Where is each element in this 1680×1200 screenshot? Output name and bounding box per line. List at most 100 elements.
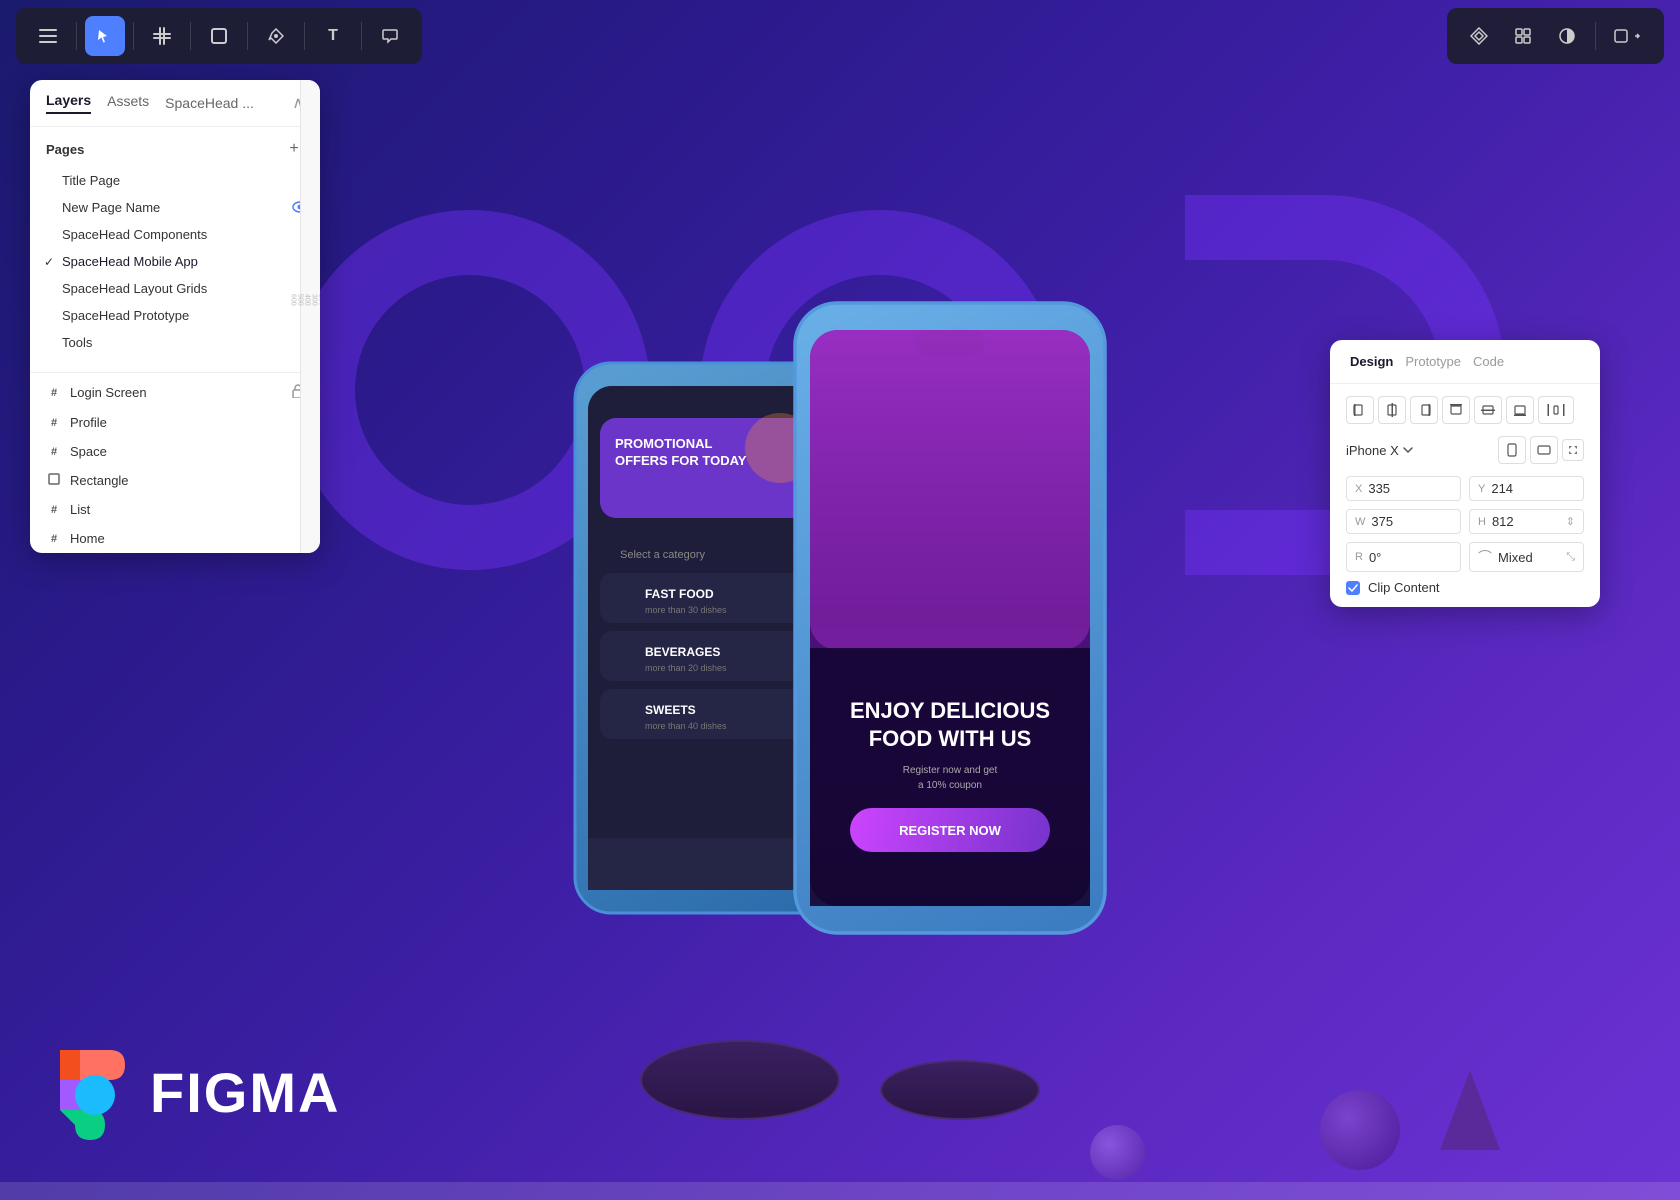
figma-logo: FIGMA — [50, 1045, 340, 1140]
layer-item-profile[interactable]: # Profile — [30, 408, 320, 437]
device-row: iPhone X — [1346, 436, 1584, 464]
w-value: 375 — [1371, 514, 1393, 529]
frame-icon: # — [46, 446, 62, 458]
align-bottom-button[interactable] — [1506, 396, 1534, 424]
toolbar-separator-2 — [133, 22, 134, 50]
align-row — [1346, 396, 1584, 424]
h-label: H — [1478, 516, 1486, 528]
clip-content-checkbox[interactable] — [1346, 581, 1360, 595]
resize-icon[interactable] — [1562, 439, 1584, 461]
device-icons — [1498, 436, 1584, 464]
align-center-v-button[interactable] — [1474, 396, 1502, 424]
page-item-spacehead-layout-grids[interactable]: SpaceHead Layout Grids — [30, 275, 320, 302]
figma-icon — [50, 1045, 130, 1140]
frame-icon: # — [46, 387, 62, 399]
grid-button[interactable] — [1503, 16, 1543, 56]
rotation-label: R — [1355, 551, 1363, 563]
ruler: 100 200 300 400 500 600 — [300, 80, 320, 553]
figma-text: FIGMA — [150, 1060, 340, 1125]
tab-assets[interactable]: Assets — [107, 93, 149, 113]
panel-tabs: Layers Assets SpaceHead ... ∧ — [30, 80, 320, 127]
pages-title: Pages — [46, 142, 84, 157]
toolbar-separator-4 — [247, 22, 248, 50]
position-grid: X 335 Y 214 — [1346, 476, 1584, 501]
left-panel: Layers Assets SpaceHead ... ∧ Pages + Ti… — [30, 80, 320, 553]
right-panel: Design Prototype Code — [1330, 340, 1600, 607]
layer-label: Profile — [70, 415, 107, 430]
page-item-new-page-name[interactable]: New Page Name — [30, 194, 320, 221]
y-label: Y — [1478, 483, 1485, 495]
active-page-checkmark: ✓ — [44, 255, 54, 269]
corner-expand-icon: ⤡ — [1566, 551, 1575, 564]
portrait-button[interactable] — [1498, 436, 1526, 464]
comment-tool-button[interactable] — [370, 16, 410, 56]
layer-label: List — [70, 502, 90, 517]
toolbar-right — [1447, 8, 1664, 64]
rectangle-icon — [46, 473, 62, 488]
page-item-spacehead-components[interactable]: SpaceHead Components — [30, 221, 320, 248]
h-expand-icon: ⇕ — [1566, 515, 1575, 528]
align-top-button[interactable] — [1442, 396, 1470, 424]
toolbar: T — [0, 0, 1680, 72]
h-field[interactable]: H 812 ⇕ — [1469, 509, 1584, 534]
component-button[interactable] — [1459, 16, 1499, 56]
toolbar-separator-right — [1595, 22, 1596, 50]
y-field[interactable]: Y 214 — [1469, 476, 1584, 501]
text-tool-button[interactable]: T — [313, 16, 353, 56]
layer-label: Login Screen — [70, 385, 147, 400]
layers-section: # Login Screen # Profile # Space Rectang… — [30, 377, 320, 553]
pages-section: Pages + Title Page New Page Name SpaceHe… — [30, 127, 320, 368]
page-label: Tools — [62, 335, 92, 350]
layer-item-space[interactable]: # Space — [30, 437, 320, 466]
device-select[interactable]: iPhone X — [1346, 443, 1413, 458]
corner-field[interactable]: ⌒ Mixed ⤡ — [1469, 542, 1584, 572]
page-item-tools[interactable]: Tools — [30, 329, 320, 356]
page-label: New Page Name — [62, 200, 160, 215]
hamburger-button[interactable] — [28, 16, 68, 56]
align-right-button[interactable] — [1410, 396, 1438, 424]
clip-content-row: Clip Content — [1346, 580, 1584, 595]
page-item-spacehead-prototype[interactable]: SpaceHead Prototype — [30, 302, 320, 329]
frame-icon: # — [46, 533, 62, 545]
frame-icon: # — [46, 504, 62, 516]
tab-prototype[interactable]: Prototype — [1401, 352, 1465, 371]
w-field[interactable]: W 375 — [1346, 509, 1461, 534]
layer-label: Space — [70, 444, 107, 459]
distribute-button[interactable] — [1538, 396, 1574, 424]
page-label: SpaceHead Components — [62, 227, 207, 242]
tab-code[interactable]: Code — [1469, 352, 1508, 371]
frame-tool-button[interactable] — [142, 16, 182, 56]
shape-tool-button[interactable] — [199, 16, 239, 56]
layer-item-list[interactable]: # List — [30, 495, 320, 524]
align-left-button[interactable] — [1346, 396, 1374, 424]
landscape-button[interactable] — [1530, 436, 1558, 464]
tab-design[interactable]: Design — [1346, 352, 1397, 371]
page-item-title-page[interactable]: Title Page — [30, 167, 320, 194]
layer-item-home[interactable]: # Home — [30, 524, 320, 553]
layer-item-rectangle[interactable]: Rectangle — [30, 466, 320, 495]
size-grid: W 375 H 812 ⇕ — [1346, 509, 1584, 534]
toolbar-separator-3 — [190, 22, 191, 50]
rotation-field[interactable]: R 0° — [1346, 542, 1461, 572]
page-item-spacehead-mobile-app[interactable]: ✓ SpaceHead Mobile App — [30, 248, 320, 275]
x-value: 335 — [1368, 481, 1390, 496]
h-value: 812 — [1492, 514, 1514, 529]
page-label: SpaceHead Mobile App — [62, 254, 198, 269]
frame-icon: # — [46, 417, 62, 429]
panel-divider — [30, 372, 320, 373]
w-label: W — [1355, 516, 1365, 528]
rotation-corner-grid: R 0° ⌒ Mixed ⤡ — [1346, 542, 1584, 572]
tab-spacehead[interactable]: SpaceHead ... — [165, 95, 254, 111]
pen-tool-button[interactable] — [256, 16, 296, 56]
layer-item-login-screen[interactable]: # Login Screen — [30, 377, 320, 408]
align-center-h-button[interactable] — [1378, 396, 1406, 424]
tab-layers[interactable]: Layers — [46, 92, 91, 114]
right-panel-tabs: Design Prototype Code — [1330, 340, 1600, 384]
x-field[interactable]: X 335 — [1346, 476, 1461, 501]
clip-content-label: Clip Content — [1368, 580, 1440, 595]
share-button[interactable] — [1604, 16, 1652, 56]
contrast-button[interactable] — [1547, 16, 1587, 56]
horizontal-ruler — [0, 1182, 1680, 1200]
corner-value: Mixed — [1498, 550, 1533, 565]
move-tool-button[interactable] — [85, 16, 125, 56]
